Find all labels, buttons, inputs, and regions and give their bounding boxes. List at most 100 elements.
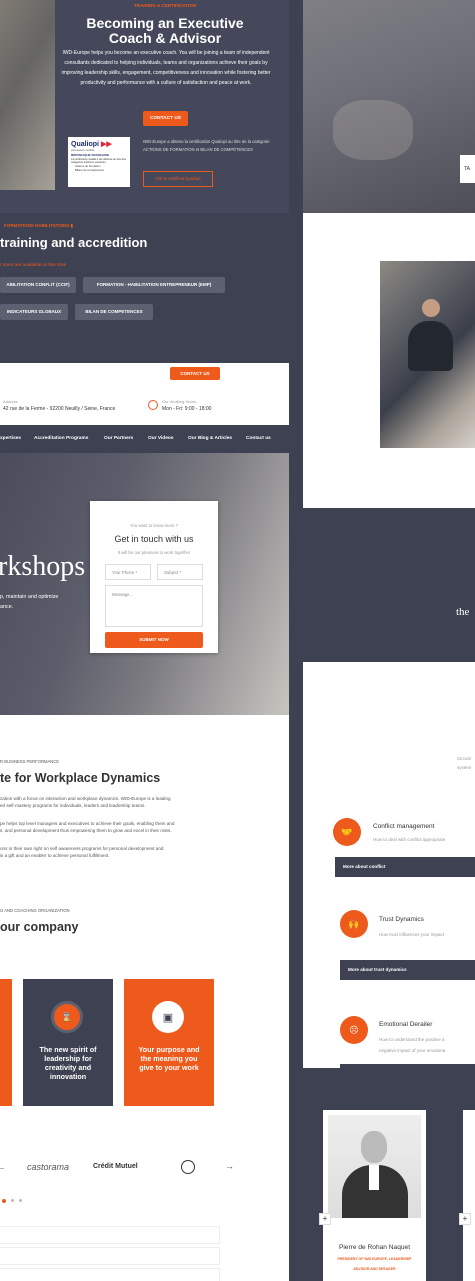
topic-conflict-title: Conflict management — [373, 823, 435, 830]
expand-icon[interactable]: + — [319, 1213, 331, 1225]
topics-panel: Circum system 🤝 Conflict management How … — [303, 662, 475, 1068]
nav-blog[interactable]: Our Blog & Articles — [188, 436, 232, 441]
topic-conflict-button[interactable]: More about conflict — [335, 857, 475, 877]
hero-contact-button[interactable]: CONTACT US — [143, 111, 188, 126]
form-eyebrow: You want to know more ? — [129, 523, 179, 528]
qualiopi-arrow-icon: ▶▶ — [99, 141, 112, 148]
address-label: Address — [3, 399, 18, 404]
carousel-dot[interactable] — [19, 1199, 22, 1202]
expand-icon-next[interactable]: + — [459, 1213, 471, 1225]
hero-section: TRAINING & CERTIFICATION Becoming an Exe… — [0, 0, 289, 213]
person-role-1: PRESIDENT OF IWD EUROPE, LEADERSHIP — [337, 1257, 412, 1261]
nav-accreditation[interactable]: Accreditation Programs — [34, 436, 88, 441]
quote-word: the — [456, 606, 470, 618]
workshops-hero: rkshops p, maintain and optimize ance. Y… — [0, 453, 289, 715]
topic-trust-title: Trust Dynamics — [379, 916, 424, 923]
person-photo — [328, 1115, 421, 1218]
hands-icon: 🙌 — [340, 910, 368, 938]
topic-emotional-sub2: negative impact of your emotiona — [379, 1048, 446, 1053]
carousel-dot-active[interactable] — [2, 1199, 6, 1203]
phone-field[interactable]: Your Phone * — [105, 564, 151, 580]
about-title2: our company — [0, 920, 79, 934]
about-p2-b: s, and personal development thus empower… — [0, 828, 172, 834]
card-leadership[interactable]: ⌛ The new spirit of leadership for creat… — [23, 979, 113, 1106]
hero-title: Becoming an Executive Coach & Advisor — [60, 16, 270, 46]
hourglass-icon: ⌛ — [51, 1001, 83, 1033]
team-card-next — [463, 1110, 475, 1281]
nav-partners[interactable]: Our Partners — [104, 436, 133, 441]
training-pill-bilan[interactable]: BILAN DE COMPETENCES — [75, 304, 153, 320]
contact-form: You want to know more ? Get in touch wit… — [90, 501, 218, 653]
nav-videos[interactable]: Our Videos — [148, 436, 174, 441]
about-p3-b: is a gift and an enabler to achieve pers… — [0, 853, 110, 859]
about-p3-a: ons in their own right on self awareness… — [0, 846, 164, 851]
table-row — [0, 1268, 220, 1281]
logo-dash: – — [0, 1165, 4, 1172]
flag-icon: ▮ — [70, 223, 73, 228]
clock-icon — [148, 400, 158, 410]
subject-field[interactable]: Subject * — [157, 564, 203, 580]
about-eyebrow2: G AND COACHING ORGANIZATION — [0, 908, 70, 913]
message-field[interactable]: Message... — [105, 585, 203, 627]
qualiopi-sub: processus certifié — [71, 148, 95, 152]
person-photo-shirt — [369, 1165, 379, 1190]
person-body — [408, 321, 453, 371]
qualiopi-brand: Qualiopi — [71, 141, 99, 148]
right-tab[interactable]: TA — [460, 155, 475, 183]
small-text-2: system — [457, 765, 472, 770]
topic-conflict-sub: How to deal with conflict appropriate — [373, 837, 446, 842]
nav-expertises[interactable]: xpertises — [0, 436, 21, 441]
training-eyebrow-text: FORMATIONS HABILITATIONS — [4, 223, 70, 228]
face-icon: ☹ — [340, 1016, 368, 1044]
about-section: R BUSINESS PERFORMANCE te for Workplace … — [0, 715, 289, 1281]
form-sub: It will be our pleasure to work together — [117, 550, 191, 555]
header-contact-button[interactable]: CONTACT US — [170, 367, 220, 380]
training-title: training and accredition — [0, 235, 148, 250]
topic-trust-button[interactable]: More about trust dynamics — [340, 960, 475, 980]
carousel-next-icon[interactable]: → — [225, 1161, 234, 1171]
training-subtitle: t ones are available at this time — [0, 263, 67, 268]
workshops-text-line2: ance. — [0, 604, 14, 610]
site-header: CONTACT US Address 42 rue de la Ferme - … — [0, 363, 289, 425]
person-head — [422, 299, 440, 317]
submit-button[interactable]: SUBMIT NOW — [105, 632, 203, 648]
card-partial[interactable] — [0, 979, 12, 1106]
carousel-dot[interactable] — [11, 1199, 14, 1202]
training-pill-entrepreneur[interactable]: FORMATION - HABILITATION ENTREPRENEUR (E… — [83, 277, 225, 293]
nav-contact[interactable]: Contact us — [246, 436, 271, 441]
handshake-icon: 🤝 — [333, 818, 361, 846]
qualiopi-button[interactable]: Voir le certificat Qualiopi — [143, 171, 213, 187]
logo-castorama: castorama — [27, 1162, 70, 1172]
person-role-2: ADVISOR AND SPEAKER — [353, 1267, 396, 1271]
about-title: te for Workplace Dynamics — [0, 771, 161, 785]
form-title: Get in touch with us — [114, 534, 194, 544]
training-section: FORMATIONS HABILITATIONS ▮ training and … — [0, 213, 289, 335]
training-pill-indicators[interactable]: INDICATEURS GLOBAUX — [0, 304, 68, 320]
small-text-1: Circum — [457, 756, 472, 761]
about-p1-b: ed self-mastery programs for individuals… — [0, 803, 146, 809]
address-value: 42 rue de la Ferme - 92200 Neuilly / Sei… — [3, 406, 116, 412]
hero-title-line2: Coach & Advisor — [108, 30, 222, 46]
qualiopi-item2: Bilans de compétences — [75, 168, 104, 173]
card-purpose-label: Your purpose and the meaning you give to… — [138, 1045, 200, 1072]
topic-emotional-bar — [340, 1064, 475, 1068]
table-row — [0, 1226, 220, 1244]
carousel-dots — [2, 1199, 22, 1203]
right-dark-band: the — [303, 530, 475, 662]
card-purpose[interactable]: ▣ Your purpose and the meaning you give … — [124, 979, 214, 1106]
training-pill-conflict[interactable]: ABILITATION CONFLIT (CCIF) — [0, 277, 76, 293]
qualiopi-logo: Qualiopi ▶▶ processus certifié RÉPUBLIQU… — [68, 137, 130, 187]
logo-credit-mutuel: Crédit Mutuel — [93, 1163, 138, 1170]
right-photo: TA — [303, 0, 475, 213]
table-row — [0, 1247, 220, 1265]
workshops-big-word: rkshops — [0, 551, 86, 582]
workshops-text-line1: p, maintain and optimize — [0, 594, 59, 600]
person-photo-head — [361, 1131, 387, 1163]
card-leadership-label: The new spirit of leadership for creativ… — [39, 1045, 97, 1081]
hero-body: IWD-Europe helps you become an executive… — [61, 50, 271, 86]
topic-emotional-title: Emotional Derailer — [379, 1021, 433, 1028]
hero-title-line1: Becoming an Executive — [86, 15, 244, 31]
qualiopi-text: IWD-Europe a obtenu la certification Qua… — [143, 139, 270, 152]
right-photo-hand — [333, 100, 413, 160]
team-section: + Pierre de Rohan Naquet PRESIDENT OF IW… — [303, 1092, 475, 1281]
